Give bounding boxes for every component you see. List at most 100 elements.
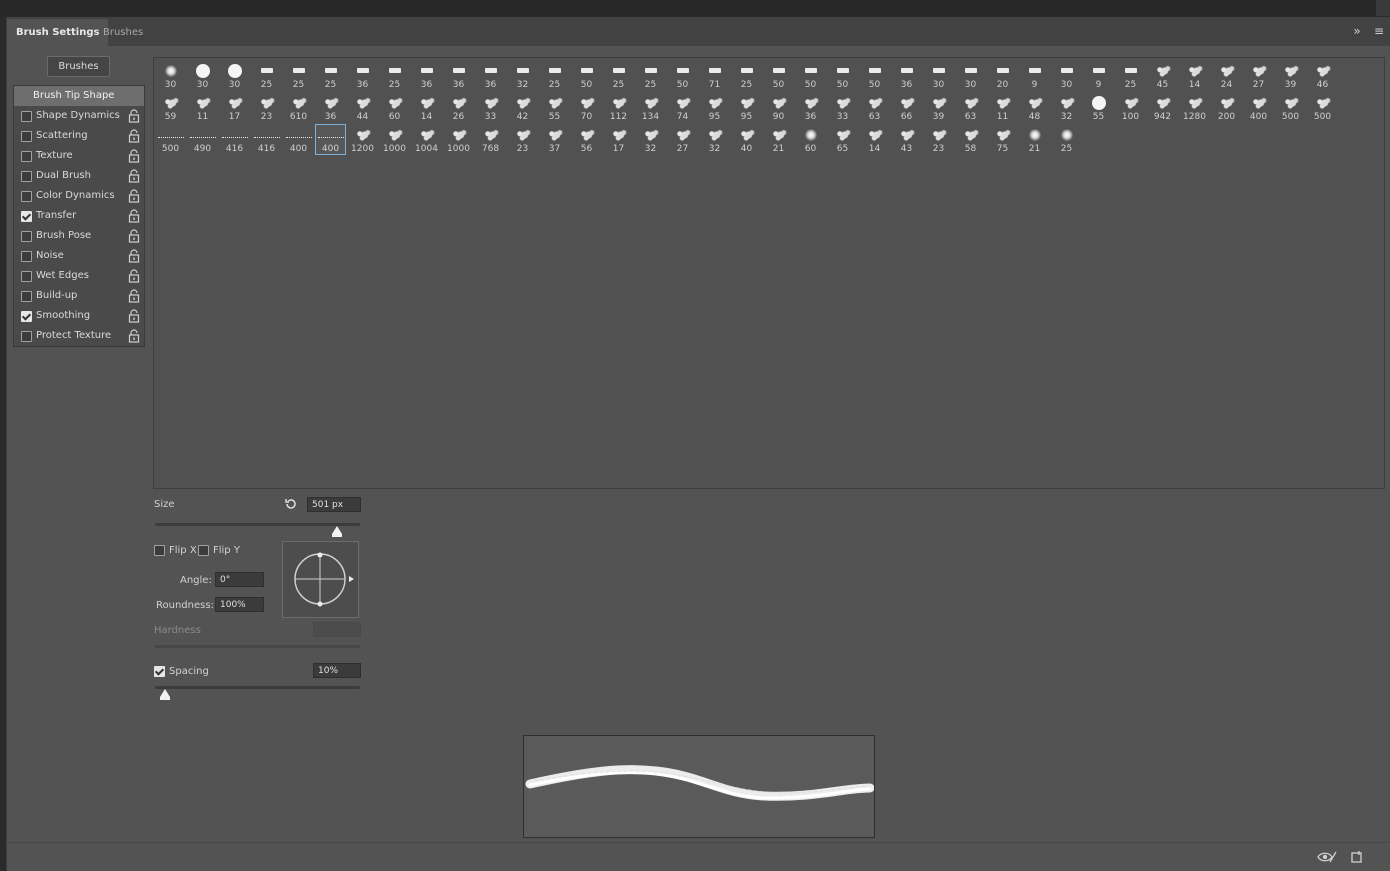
brush-preset[interactable]: 500 — [155, 124, 186, 155]
list-item-dual-brush[interactable]: Dual Brush — [14, 166, 144, 186]
brush-preset[interactable]: 44 — [347, 92, 378, 123]
brush-preset[interactable]: 11 — [187, 92, 218, 123]
brush-preset[interactable]: 75 — [987, 124, 1018, 155]
brush-preset[interactable]: 25 — [1051, 124, 1082, 155]
spacing-field[interactable]: 10% — [313, 663, 361, 678]
brush-preset[interactable]: 95 — [699, 92, 730, 123]
option-checkbox[interactable] — [21, 291, 32, 302]
brush-preset[interactable]: 27 — [667, 124, 698, 155]
reset-size-icon[interactable] — [284, 497, 298, 511]
brush-preset[interactable]: 25 — [315, 60, 346, 91]
list-item-wet-edges[interactable]: Wet Edges — [14, 266, 144, 286]
lock-icon[interactable] — [128, 189, 140, 203]
brush-preset[interactable]: 55 — [539, 92, 570, 123]
brush-preset[interactable]: 27 — [1243, 60, 1274, 91]
brush-preset[interactable]: 50 — [667, 60, 698, 91]
spacing-checkbox[interactable] — [154, 666, 165, 677]
brush-preset[interactable]: 14 — [859, 124, 890, 155]
brush-preset[interactable]: 74 — [667, 92, 698, 123]
brush-preset[interactable]: 134 — [635, 92, 666, 123]
brush-preset[interactable]: 95 — [731, 92, 762, 123]
hardness-slider-track[interactable] — [155, 645, 360, 648]
brush-preset[interactable]: 30 — [955, 60, 986, 91]
brush-preset[interactable]: 59 — [155, 92, 186, 123]
brush-preset[interactable]: 32 — [507, 60, 538, 91]
brush-preset[interactable]: 36 — [475, 60, 506, 91]
brush-preset[interactable]: 1200 — [347, 124, 378, 155]
list-item-noise[interactable]: Noise — [14, 246, 144, 266]
brush-preset[interactable]: 36 — [891, 60, 922, 91]
brush-preset[interactable]: 30 — [1051, 60, 1082, 91]
brush-preset[interactable]: 23 — [251, 92, 282, 123]
size-field[interactable]: 501 px — [307, 497, 361, 512]
roundness-field[interactable]: 100% — [215, 597, 264, 612]
brush-preset[interactable]: 23 — [923, 124, 954, 155]
brush-preset[interactable]: 63 — [955, 92, 986, 123]
spacing-slider-track[interactable] — [155, 686, 360, 689]
brush-preset[interactable]: 37 — [539, 124, 570, 155]
lock-icon[interactable] — [128, 109, 140, 123]
list-item-brush-tip-shape[interactable]: Brush Tip Shape — [14, 86, 144, 106]
flip-x-checkbox[interactable] — [154, 545, 165, 556]
brush-preset[interactable]: 11 — [987, 92, 1018, 123]
brush-preset[interactable]: 39 — [1275, 60, 1306, 91]
brush-preset[interactable]: 610 — [283, 92, 314, 123]
brush-preset[interactable]: 1000 — [443, 124, 474, 155]
brush-preset[interactable]: 36 — [347, 60, 378, 91]
brush-preset[interactable]: 1000 — [379, 124, 410, 155]
brush-preset[interactable]: 30 — [155, 60, 186, 91]
brush-preset[interactable]: 40 — [731, 124, 762, 155]
option-checkbox[interactable] — [21, 191, 32, 202]
option-checkbox[interactable] — [21, 211, 32, 222]
brush-preset[interactable]: 45 — [1147, 60, 1178, 91]
brush-preset[interactable]: 942 — [1147, 92, 1178, 123]
brush-preset[interactable]: 66 — [891, 92, 922, 123]
brush-preset[interactable]: 60 — [379, 92, 410, 123]
visibility-icon[interactable] — [1317, 850, 1337, 864]
brush-preset[interactable]: 21 — [763, 124, 794, 155]
brush-preset[interactable]: 17 — [603, 124, 634, 155]
brush-preset[interactable]: 60 — [795, 124, 826, 155]
brush-preset[interactable]: 112 — [603, 92, 634, 123]
brush-preset[interactable]: 1004 — [411, 124, 442, 155]
brush-preset[interactable]: 17 — [219, 92, 250, 123]
brush-preset[interactable]: 768 — [475, 124, 506, 155]
brush-preset[interactable]: 50 — [763, 60, 794, 91]
brush-preset[interactable]: 25 — [379, 60, 410, 91]
brush-preset[interactable]: 25 — [731, 60, 762, 91]
option-checkbox[interactable] — [21, 111, 32, 122]
lock-icon[interactable] — [128, 249, 140, 263]
brushes-button[interactable]: Brushes — [47, 56, 110, 77]
brush-preset[interactable]: 25 — [635, 60, 666, 91]
brush-preset[interactable]: 25 — [283, 60, 314, 91]
spacing-slider-thumb[interactable] — [160, 689, 171, 700]
brush-preset[interactable]: 26 — [443, 92, 474, 123]
hardness-field[interactable] — [313, 622, 361, 637]
brush-preset[interactable]: 50 — [795, 60, 826, 91]
brush-preset[interactable]: 90 — [763, 92, 794, 123]
list-item-texture[interactable]: Texture — [14, 146, 144, 166]
brush-preset[interactable]: 32 — [635, 124, 666, 155]
panel-menu-icon[interactable]: ≡ — [1371, 23, 1387, 39]
brush-preset[interactable]: 46 — [1307, 60, 1338, 91]
angle-field[interactable]: 0° — [215, 572, 264, 587]
brush-preset[interactable]: 36 — [315, 92, 346, 123]
size-slider-thumb[interactable] — [332, 526, 343, 537]
lock-icon[interactable] — [128, 209, 140, 223]
brush-preset[interactable]: 63 — [859, 92, 890, 123]
brush-preset[interactable]: 39 — [923, 92, 954, 123]
brush-preset[interactable]: 1280 — [1179, 92, 1210, 123]
option-checkbox[interactable] — [21, 231, 32, 242]
brush-preset[interactable]: 42 — [507, 92, 538, 123]
list-item-shape-dynamics[interactable]: Shape Dynamics — [14, 106, 144, 126]
list-item-transfer[interactable]: Transfer — [14, 206, 144, 226]
option-checkbox[interactable] — [21, 131, 32, 142]
brush-preset[interactable]: 9 — [1019, 60, 1050, 91]
brush-preset[interactable]: 71 — [699, 60, 730, 91]
brush-preset[interactable]: 21 — [1019, 124, 1050, 155]
brush-preset[interactable]: 30 — [187, 60, 218, 91]
lock-icon[interactable] — [128, 149, 140, 163]
brush-preset[interactable]: 33 — [827, 92, 858, 123]
list-item-scattering[interactable]: Scattering — [14, 126, 144, 146]
brush-preset[interactable]: 25 — [251, 60, 282, 91]
